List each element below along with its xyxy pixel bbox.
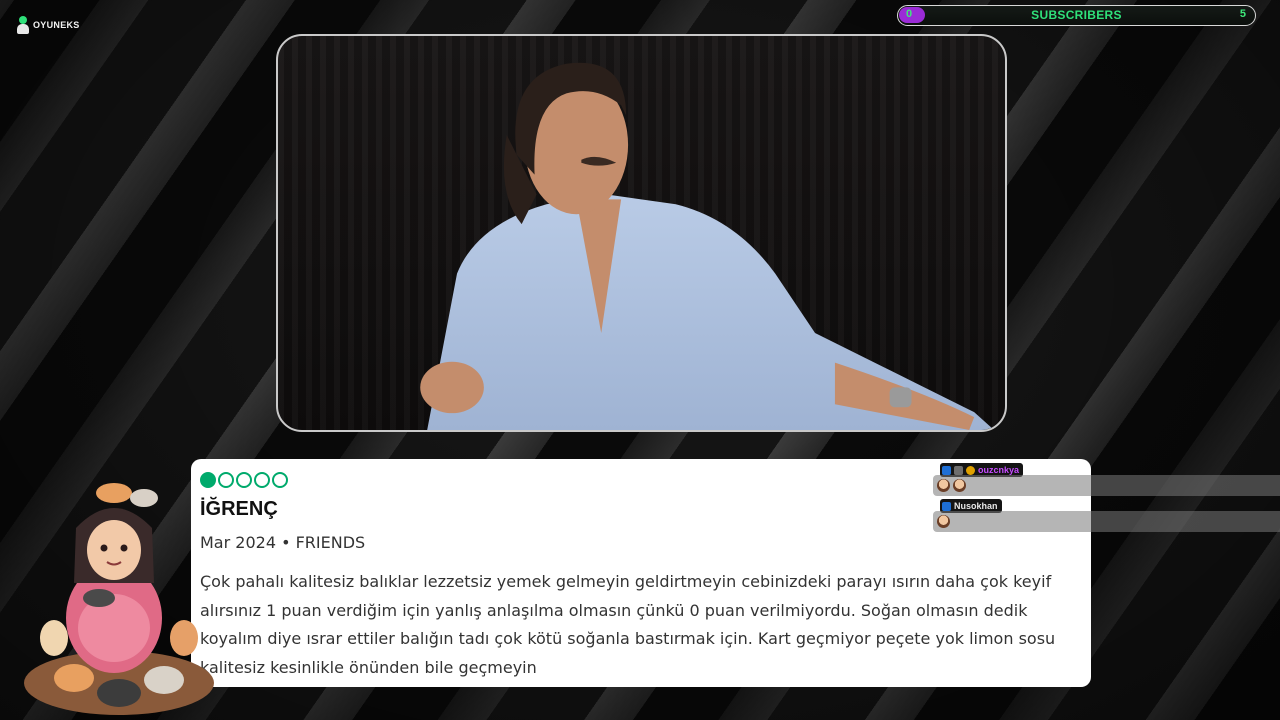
subscriber-label: SUBSCRIBERS	[1031, 8, 1122, 22]
chat-message-body	[933, 511, 1280, 532]
emote-icon	[937, 515, 950, 528]
chat-message: Nusokhan	[933, 497, 1280, 533]
rating-dot-empty	[236, 472, 252, 488]
emote-icon	[937, 479, 950, 492]
video-person-image	[420, 62, 995, 430]
rating-dot-empty	[272, 472, 288, 488]
review-meta: Mar 2024 • FRIENDS	[200, 533, 366, 552]
mascot-cats-illustration	[24, 483, 214, 715]
logo-text: OYUNEKS	[33, 20, 80, 30]
chat-message-body	[933, 475, 1280, 496]
chat-overlay: ouzcnkya Nusokhan	[933, 461, 1280, 533]
chat-username: ouzcnkya	[978, 465, 1020, 475]
chat-message: ouzcnkya	[933, 461, 1280, 497]
review-body: Çok pahalı kalitesiz balıklar lezzetsiz …	[200, 572, 1056, 677]
chat-username: Nusokhan	[954, 501, 998, 511]
video-frame	[276, 34, 1007, 432]
subscriber-goal-bar: 0 SUBSCRIBERS 5	[897, 5, 1256, 26]
bits-icon	[966, 465, 975, 475]
subscriber-goal-count: 5	[1239, 8, 1246, 20]
sub-icon	[954, 465, 963, 475]
prime-icon	[942, 465, 951, 475]
emote-icon	[953, 479, 966, 492]
channel-logo: OYUNEKS	[16, 16, 80, 34]
prime-icon	[942, 501, 951, 511]
rating-dot-empty	[254, 472, 270, 488]
logo-icon	[16, 16, 30, 34]
